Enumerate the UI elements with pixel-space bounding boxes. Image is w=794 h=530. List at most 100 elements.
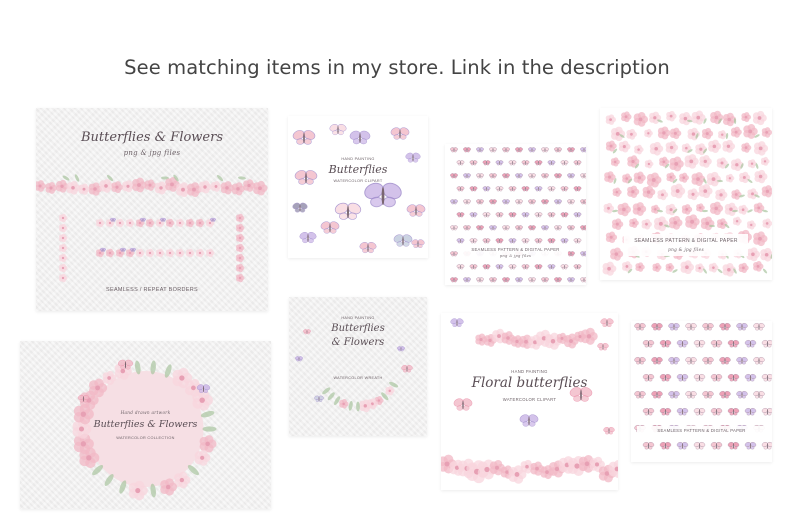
butterfly-icon: [651, 356, 663, 365]
butterfly-icon: [456, 264, 465, 270]
flower-icon: [644, 128, 653, 138]
butterflies-clipart-card[interactable]: HAND PAINTING Butterflies WATERCOLOR CLI…: [288, 116, 428, 258]
flower-icon: [746, 220, 756, 230]
butterfly-icon: [349, 130, 371, 145]
butterfly-icon: [744, 407, 757, 416]
butterfly-icon: [685, 322, 697, 331]
flower-icon: [126, 218, 135, 228]
butterfly-icon: [651, 322, 663, 331]
butterfly-icon: [463, 225, 471, 231]
butterflies-artwork: [292, 124, 426, 254]
butterfly-icon: [521, 160, 530, 166]
butterfly-icon: [495, 186, 504, 192]
pattern-paper-card-1[interactable]: SEAMLESS PATTERN & DIGITAL PAPER png & j…: [445, 144, 586, 285]
flower-icon: [725, 173, 735, 183]
flower-icon: [666, 110, 677, 122]
flower-icon: [621, 111, 632, 123]
butterfly-icon: [450, 199, 458, 205]
flower-icon: [166, 218, 175, 228]
flower-icon: [96, 218, 105, 228]
butterfly-icon: [547, 186, 556, 192]
butterfly-icon: [476, 147, 484, 153]
butterfly-icon: [528, 173, 536, 179]
wreath-kicker: HAND PAINTING: [341, 316, 375, 320]
flower-icon: [699, 155, 712, 168]
flower-icon: [236, 243, 245, 253]
butterfly-icon: [502, 173, 510, 179]
butterfly-icon: [528, 277, 536, 283]
flower-icon: [685, 214, 700, 230]
butterfly-icon: [528, 225, 536, 231]
butterfly-icon: [292, 130, 316, 145]
butterfly-icon: [603, 426, 615, 435]
flower-icon: [206, 248, 215, 258]
flower-icon: [700, 216, 715, 231]
butterfly-icon: [534, 264, 543, 270]
butterfly-icon: [727, 373, 740, 382]
butterfly-icon: [463, 173, 471, 179]
flower-icon: [617, 202, 631, 217]
flower-icon: [681, 204, 693, 215]
floral-butterflies-card[interactable]: HAND PAINTING Floral butterflies WATERCO…: [441, 313, 618, 490]
butterfly-icon: [693, 373, 706, 382]
flower-icon: [59, 263, 68, 273]
butterfly-icon: [515, 277, 523, 283]
pattern-paper-card-3[interactable]: SEAMLESS PATTERN & DIGITAL PAPER: [631, 321, 772, 462]
flower-icon: [176, 248, 185, 258]
pattern-paper-card-2[interactable]: SEAMLESS PATTERN & DIGITAL PAPER png & j…: [600, 108, 772, 280]
butterfly-icon: [567, 225, 575, 231]
flower-icon: [627, 185, 640, 198]
flower-icon: [710, 110, 724, 125]
butterfly-icon: [406, 204, 426, 217]
flower-icon: [642, 185, 656, 199]
flower-icon: [186, 248, 195, 258]
butterfly-icon: [541, 225, 549, 231]
butterfly-icon: [761, 339, 772, 348]
leaf-icon: [348, 400, 353, 411]
butterfly-icon: [450, 318, 464, 327]
pattern-1-caption: SEAMLESS PATTERN & DIGITAL PAPER: [471, 247, 560, 252]
butterfly-icon: [676, 407, 689, 416]
flower-icon: [747, 188, 759, 200]
butterfly-icon: [573, 186, 582, 192]
pattern-1-artwork: [450, 147, 586, 283]
flower-icon: [610, 126, 626, 142]
pattern-2-caption: SEAMLESS PATTERN & DIGITAL PAPER: [634, 238, 738, 244]
flower-icon: [106, 248, 115, 258]
butterfly-icon: [502, 225, 510, 231]
butterfly-icon: [456, 160, 465, 166]
butterfly-icon: [554, 225, 562, 231]
butterfly-icon: [554, 199, 562, 205]
flower-icon: [691, 172, 706, 187]
flower-icon: [646, 172, 662, 188]
wreath-frame-card[interactable]: Hand drawn artwork Butterflies & Flowers…: [20, 341, 271, 509]
pattern-3-caption: SEAMLESS PATTERN & DIGITAL PAPER: [657, 428, 746, 433]
butterfly-icon: [502, 147, 510, 153]
flower-icon: [698, 183, 713, 199]
flower-icon: [632, 202, 647, 216]
flower-icon: [761, 185, 772, 198]
wreath-card[interactable]: HAND PAINTING Butterflies & Flowers WATE…: [289, 297, 427, 436]
flower-icon: [59, 223, 68, 233]
flower-icon: [670, 127, 682, 140]
butterfly-icon: [456, 238, 465, 244]
butterfly-icon: [580, 173, 586, 179]
butterfly-icon: [659, 441, 672, 450]
flower-icon: [385, 386, 395, 396]
flower-icon: [695, 263, 705, 273]
butterfly-icon: [554, 277, 562, 283]
flower-icon: [196, 218, 205, 228]
butterfly-icon: [534, 160, 543, 166]
flower-icon: [741, 142, 752, 153]
butterfly-icon: [567, 199, 575, 205]
butterfly-icon: [547, 212, 556, 218]
flower-icon: [706, 171, 722, 187]
butterfly-icon: [560, 160, 569, 166]
butterfly-icon: [469, 186, 478, 192]
butterfly-icon: [508, 238, 517, 244]
flower-icon: [581, 327, 598, 345]
flower-icon: [651, 204, 660, 214]
butterfly-icon: [761, 407, 772, 416]
store-headline: See matching items in my store. Link in …: [124, 56, 670, 79]
borders-preview-card[interactable]: Butterflies & Flowers png & jpg files SE…: [36, 108, 268, 311]
